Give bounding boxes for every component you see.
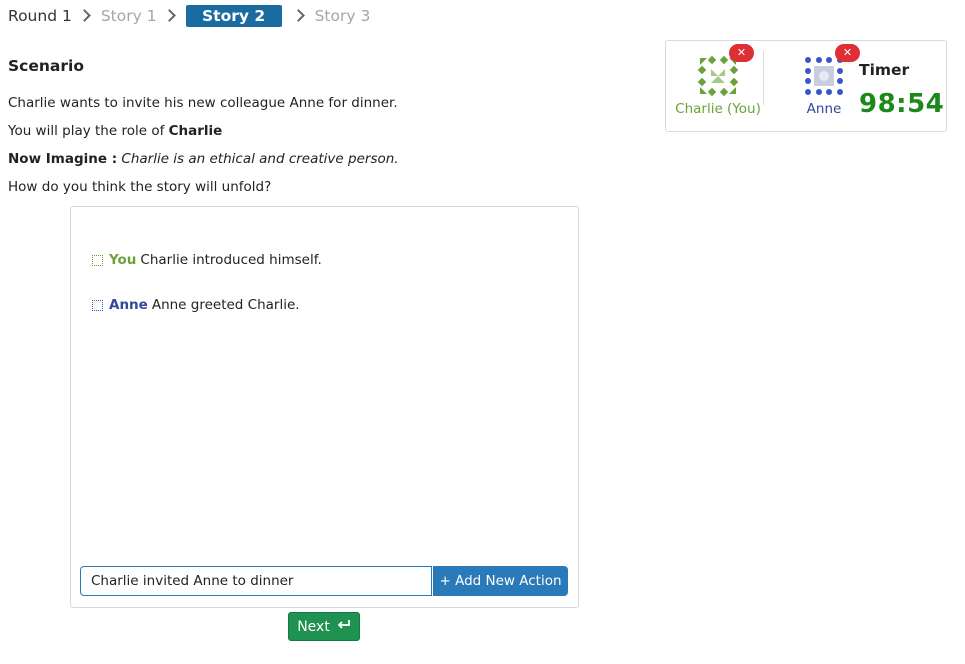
- entry-actor: Anne: [109, 297, 148, 313]
- crumb-story-3[interactable]: Story 3: [315, 7, 371, 25]
- chevron-right-icon: [162, 8, 176, 22]
- imagine-line: Now Imagine : Charlie is an ethical and …: [8, 151, 399, 167]
- remove-player-button[interactable]: ✕: [835, 44, 860, 62]
- player-charlie: ✕ Charlie (You): [674, 41, 762, 117]
- breadcrumb: Round 1 Story 1 Story 2 Story 3: [8, 4, 370, 28]
- player-anne: ✕ Anne: [796, 41, 860, 117]
- scenario-description: Charlie wants to invite his new colleagu…: [8, 95, 398, 111]
- avatar: ✕: [697, 44, 754, 97]
- crumb-story-1[interactable]: Story 1: [101, 7, 157, 25]
- imagine-label: Now Imagine :: [8, 151, 118, 167]
- player-name: Charlie (You): [675, 101, 761, 117]
- story-box: You Charlie introduced himself. Anne Ann…: [70, 206, 579, 608]
- imagine-text: Charlie is an ethical and creative perso…: [121, 151, 399, 167]
- crumb-story-2[interactable]: Story 2: [185, 5, 282, 27]
- action-input[interactable]: [80, 566, 432, 596]
- chevron-right-icon: [77, 8, 91, 22]
- entry-actor: You: [109, 252, 137, 268]
- story-entry: You Charlie introduced himself.: [92, 252, 322, 268]
- role-line: You will play the role of Charlie: [8, 123, 222, 139]
- add-new-action-button[interactable]: + Add New Action: [433, 566, 568, 596]
- entry-text: Anne greeted Charlie.: [151, 297, 300, 313]
- charlie-identicon-icon: [697, 55, 739, 97]
- chevron-right-icon: [291, 8, 305, 22]
- players-panel: ✕ Charlie (You) ✕ Anne Timer 98:54: [665, 40, 947, 132]
- avatar: ✕: [803, 44, 860, 97]
- next-button[interactable]: Next: [288, 612, 360, 641]
- divider: [763, 51, 764, 105]
- blue-dotted-square-icon: [92, 299, 103, 311]
- remove-player-button[interactable]: ✕: [729, 44, 754, 62]
- story-question: How do you think the story will unfold?: [8, 179, 272, 195]
- timer-value: 98:54: [859, 89, 945, 119]
- anne-identicon-icon: [805, 57, 843, 95]
- timer-label: Timer: [859, 61, 910, 79]
- crumb-round-1: Round 1: [8, 7, 72, 25]
- entry-text: Charlie introduced himself.: [140, 252, 322, 268]
- scenario-title: Scenario: [8, 57, 84, 75]
- story-entry: Anne Anne greeted Charlie.: [92, 297, 300, 313]
- role-name: Charlie: [168, 123, 223, 139]
- player-name: Anne: [806, 101, 842, 117]
- next-label: Next: [297, 618, 330, 635]
- green-dotted-square-icon: [92, 254, 103, 266]
- return-arrow-icon: [337, 619, 351, 635]
- role-prefix: You will play the role of: [8, 123, 169, 139]
